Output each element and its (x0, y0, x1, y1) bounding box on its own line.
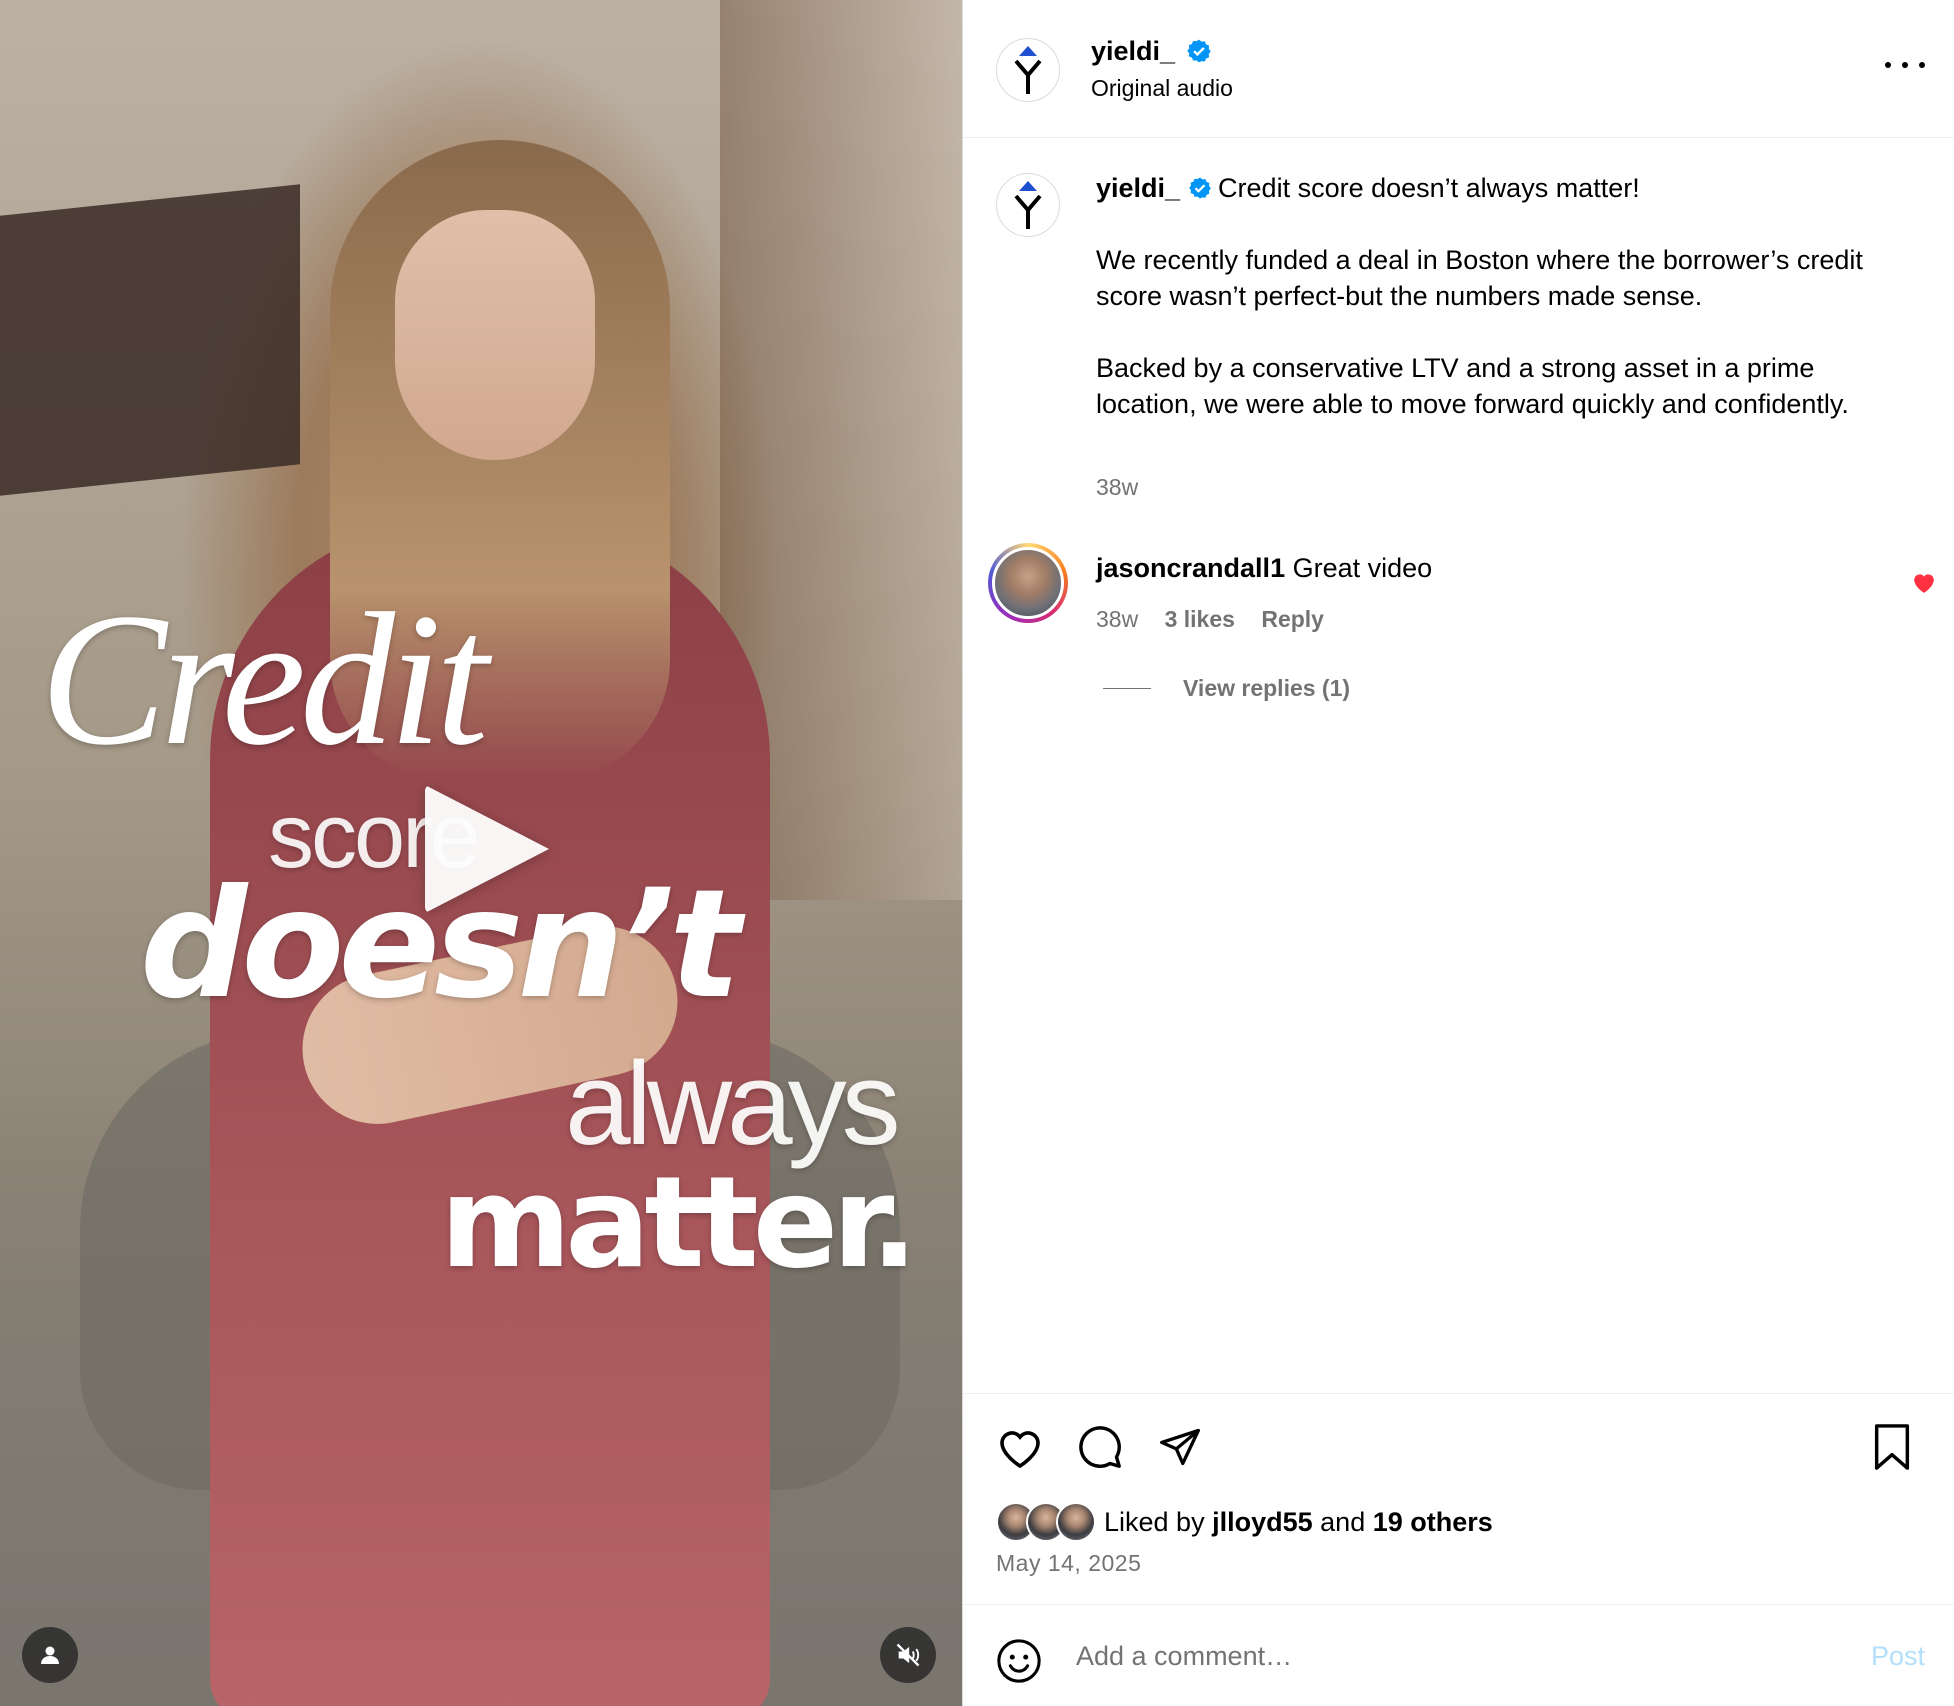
commenter-username[interactable]: jasoncrandall1 (1096, 553, 1285, 583)
overlay-word-credit: Credit (40, 575, 489, 785)
mute-toggle-button[interactable] (880, 1627, 936, 1683)
comment: jasoncrandall1 Great video (1096, 553, 1432, 584)
liked-by-row: Liked by jlloyd55 and 19 others (996, 1502, 1493, 1542)
save-button[interactable] (1867, 1422, 1917, 1472)
caption-paragraph-1: We recently funded a deal in Boston wher… (1096, 245, 1863, 311)
share-button[interactable] (1155, 1422, 1205, 1472)
comment-timestamp[interactable]: 38w (1096, 606, 1138, 632)
author-username[interactable]: yieldi_ (1091, 36, 1175, 67)
yieldi-logo-icon (1014, 46, 1042, 94)
caption-author-avatar[interactable] (996, 173, 1060, 237)
liked-by-joiner: and (1320, 1506, 1366, 1537)
comment-body: Great video (1292, 553, 1433, 583)
post-comment-button[interactable]: Post (1871, 1641, 1925, 1672)
view-replies-line (1103, 688, 1151, 689)
like-button[interactable] (995, 1422, 1045, 1472)
liker-avatars (996, 1502, 1096, 1542)
liked-by-prefix: Liked by (1104, 1506, 1205, 1537)
more-dot (1902, 62, 1908, 68)
comment-reply-button[interactable]: Reply (1261, 606, 1324, 632)
post-header: yieldi_ Original audio (963, 0, 1954, 138)
post-caption: yieldi_ Credit score doesn’t always matt… (1096, 170, 1916, 422)
comment-button[interactable] (1075, 1422, 1125, 1472)
view-replies-button[interactable]: View replies (1) (1103, 675, 1350, 702)
verified-badge-icon (1189, 177, 1211, 199)
yieldi-logo-icon (1014, 181, 1042, 229)
post-date[interactable]: May 14, 2025 (996, 1550, 1141, 1577)
tagged-users-button[interactable] (22, 1627, 78, 1683)
liker-avatar[interactable] (1056, 1502, 1096, 1542)
user-icon (41, 1646, 59, 1664)
more-dot (1919, 62, 1925, 68)
add-comment-bar: Post (963, 1604, 1954, 1706)
audio-label[interactable]: Original audio (1091, 75, 1233, 102)
background-tv (0, 184, 300, 496)
overlay-word-matter: matter. (440, 1149, 918, 1296)
comment-likes-count[interactable]: 3 likes (1165, 606, 1235, 632)
overlay-word-always: always (565, 1038, 901, 1170)
view-replies-label: View replies (1) (1183, 675, 1351, 701)
more-options-button[interactable] (1885, 50, 1925, 80)
heart-icon (1000, 1431, 1040, 1469)
caption-headline: Credit score doesn’t always matter! (1218, 173, 1640, 203)
emoji-button[interactable] (996, 1638, 1042, 1689)
bookmark-icon (1874, 1424, 1910, 1470)
author-avatar[interactable] (996, 38, 1060, 102)
comment-meta: 38w 3 likes Reply (1096, 606, 1344, 633)
muted-speaker-icon (896, 1643, 920, 1667)
caption-username[interactable]: yieldi_ (1096, 173, 1180, 203)
actions-divider (963, 1393, 1954, 1394)
video-player[interactable]: Credit score doesn’t always matter. (0, 0, 962, 1706)
commenter-avatar[interactable] (988, 543, 1068, 623)
verified-badge-icon (1187, 39, 1211, 63)
post-details-panel: yieldi_ Original audio yieldi_ Credit sc… (962, 0, 1954, 1706)
comment-bubble-icon (1079, 1426, 1121, 1468)
presenter-face (395, 210, 595, 460)
play-icon[interactable] (425, 785, 549, 913)
liked-by-others[interactable]: 19 others (1373, 1507, 1493, 1538)
commenter-photo (992, 547, 1064, 619)
caption-paragraph-2: Backed by a conservative LTV and a stron… (1096, 353, 1849, 419)
caption-timestamp[interactable]: 38w (1096, 474, 1138, 501)
smiley-icon (997, 1639, 1041, 1683)
paper-plane-icon (1160, 1428, 1200, 1466)
comment-like-heart-icon[interactable] (1911, 570, 1937, 594)
comment-input[interactable] (1076, 1633, 1776, 1679)
liked-by-user[interactable]: jlloyd55 (1212, 1507, 1313, 1538)
more-dot (1885, 62, 1891, 68)
